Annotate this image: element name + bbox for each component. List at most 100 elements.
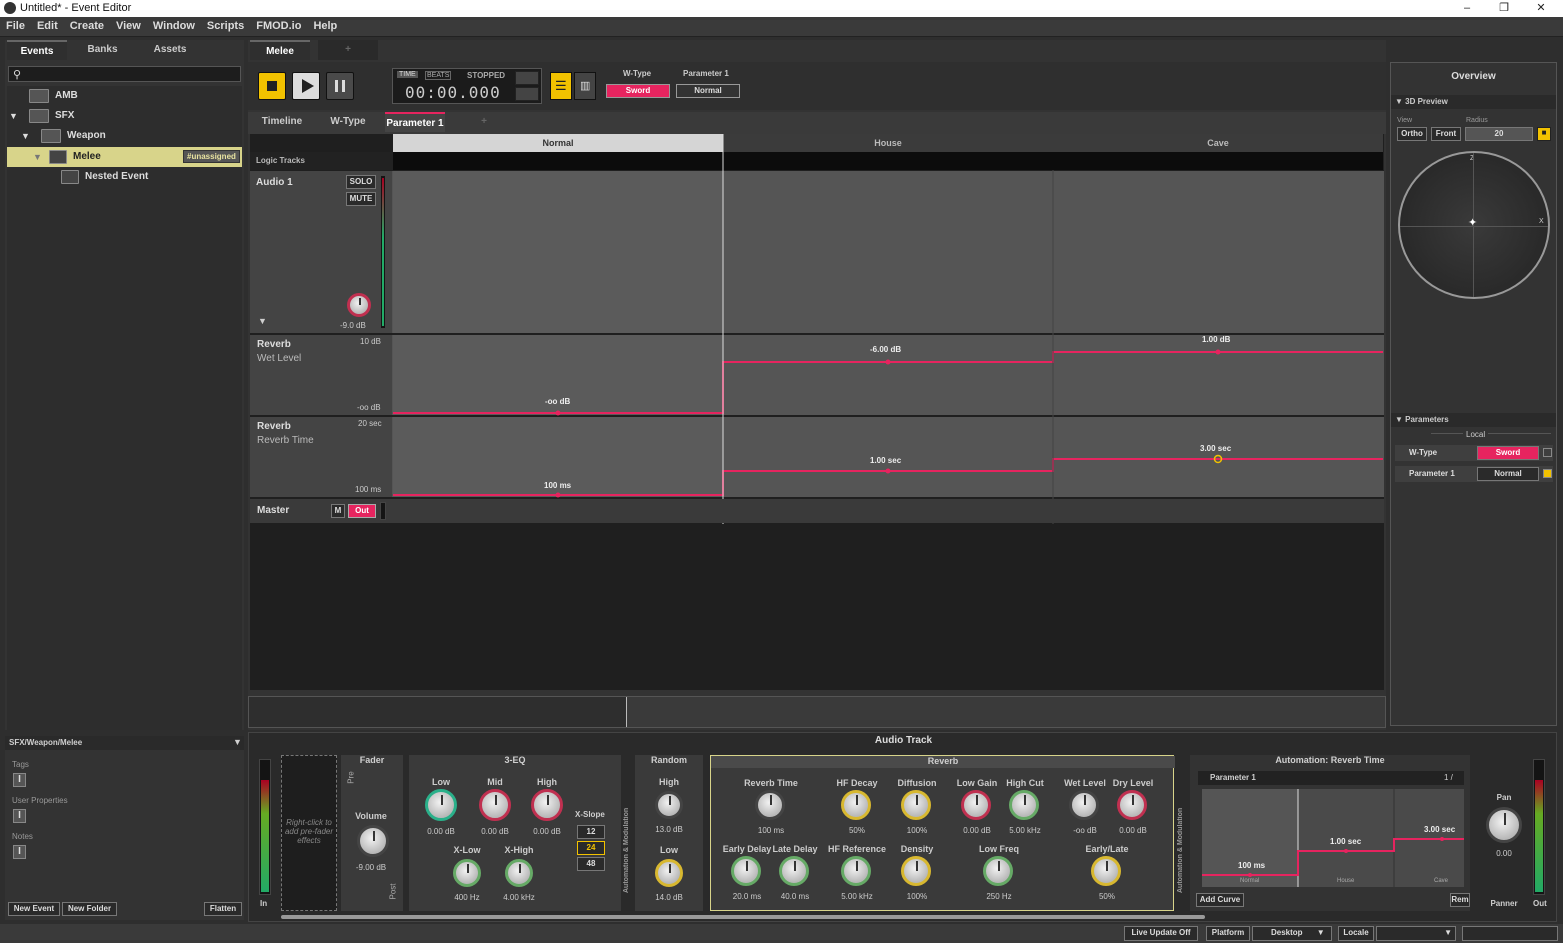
tree-item-weapon[interactable]: ▼ Weapon [7, 126, 242, 146]
stop-button[interactable] [258, 72, 286, 100]
reverb-module[interactable]: Reverb Reverb Time 100 ms HF Decay 50% Diffu… [710, 755, 1175, 911]
follow-button[interactable] [515, 87, 539, 101]
master-track[interactable]: Master M Out [250, 499, 1384, 523]
parameter-value-wtype[interactable]: Sword [1477, 446, 1539, 460]
ortho-button[interactable]: Ortho [1397, 127, 1427, 141]
eq-xhigh-knob[interactable] [505, 859, 533, 887]
reverb-knob[interactable] [731, 856, 761, 886]
master-mute-button[interactable]: M [331, 504, 345, 518]
sheet-tab-timeline[interactable]: Timeline [256, 112, 308, 132]
radius-input[interactable]: 20 [1465, 127, 1533, 141]
add-event-tab-button[interactable]: + [318, 40, 378, 60]
event-tab-melee[interactable]: Melee [250, 40, 310, 60]
fader-module[interactable]: Fader Pre Post Volume -9.00 dB [341, 755, 403, 911]
tags-edit-icon[interactable]: I [13, 773, 26, 787]
xslope-12-button[interactable]: 12 [577, 825, 605, 839]
front-button[interactable]: Front [1431, 127, 1461, 141]
reverb-knob[interactable] [755, 790, 785, 820]
reverb-knob[interactable] [1009, 790, 1039, 820]
beats-mode-button[interactable]: BEATS [425, 71, 452, 80]
tab-banks[interactable]: Banks [75, 40, 130, 60]
menu-create[interactable]: Create [64, 17, 110, 32]
minimap-viewport[interactable] [249, 697, 627, 727]
pan-knob[interactable] [1486, 807, 1522, 843]
parameter-row-parameter1[interactable]: Parameter 1 Normal [1395, 466, 1553, 482]
expand-arrow-icon[interactable]: ▼ [33, 147, 42, 167]
parameter-row-wtype[interactable]: W-Type Sword [1395, 445, 1553, 461]
minimize-button[interactable]: – [1452, 0, 1482, 17]
eq-mid-knob[interactable] [479, 789, 511, 821]
menu-file[interactable]: File [0, 17, 31, 32]
tracks-view-button[interactable]: ☰ [550, 72, 572, 100]
reverb-knob[interactable] [901, 790, 931, 820]
tree-item-nested-event[interactable]: Nested Event [7, 167, 242, 187]
random-modulator[interactable]: Random High 13.0 dB Low 14.0 dB [635, 755, 703, 911]
reverb-knob[interactable] [1091, 856, 1121, 886]
menu-scripts[interactable]: Scripts [201, 17, 250, 32]
param-value-parameter1[interactable]: Normal [676, 84, 740, 98]
menu-window[interactable]: Window [147, 17, 201, 32]
new-event-button[interactable]: New Event [8, 902, 60, 916]
automation-curve-editor[interactable]: 100 ms 1.00 sec 3.00 sec Normal House Ca… [1202, 789, 1464, 887]
time-mode-button[interactable]: TIME [397, 71, 418, 78]
eq-xlow-knob[interactable] [453, 859, 481, 887]
timeline-minimap[interactable] [248, 696, 1386, 728]
reverb-knob[interactable] [961, 790, 991, 820]
lock-icon[interactable]: ■ [1537, 127, 1551, 141]
expand-arrow-icon[interactable]: ▼ [21, 126, 30, 146]
master-output-button[interactable]: Out [348, 504, 376, 518]
xslope-48-button[interactable]: 48 [577, 857, 605, 871]
remove-curve-button[interactable]: Rem [1450, 893, 1470, 907]
tree-item-melee[interactable]: ▼ Melee #unassigned [7, 147, 242, 167]
menu-help[interactable]: Help [307, 17, 343, 32]
close-button[interactable]: ✕ [1526, 0, 1556, 17]
fader-volume-knob[interactable] [357, 825, 389, 857]
live-update-button[interactable]: Live Update Off [1124, 926, 1198, 941]
notes-edit-icon[interactable]: I [13, 845, 26, 859]
random-high-knob[interactable] [655, 791, 683, 819]
xslope-24-button[interactable]: 24 [577, 841, 605, 855]
tree-item-sfx[interactable]: ▼ SFX [7, 106, 242, 126]
reverb-knob[interactable] [841, 856, 871, 886]
eq-high-knob[interactable] [531, 789, 563, 821]
new-folder-button[interactable]: New Folder [62, 902, 117, 916]
sheet-tab-wtype[interactable]: W-Type [318, 112, 378, 132]
listener-icon[interactable]: ✦ [1468, 216, 1477, 229]
reverb-knob[interactable] [1117, 790, 1147, 820]
random-low-knob[interactable] [655, 859, 683, 887]
menu-fmodio[interactable]: FMOD.io [250, 17, 307, 32]
sheet-tab-parameter1[interactable]: Parameter 1 [385, 112, 445, 132]
reverb-knob[interactable] [1069, 790, 1099, 820]
play-button[interactable] [292, 72, 320, 100]
param-value-wtype[interactable]: Sword [606, 84, 670, 98]
3d-preview-view[interactable]: Z X ✦ [1398, 151, 1550, 299]
parameters-header[interactable]: ▼ Parameters [1391, 413, 1556, 427]
eq-low-knob[interactable] [425, 789, 457, 821]
add-curve-button[interactable]: Add Curve [1196, 893, 1244, 907]
search-input[interactable]: ⚲ [8, 66, 241, 82]
eq-module[interactable]: 3-EQ Low 0.00 dB Mid 0.00 dB High 0.00 d… [409, 755, 621, 911]
reverb-knob[interactable] [841, 790, 871, 820]
user-properties-edit-icon[interactable]: I [13, 809, 26, 823]
maximize-button[interactable]: ❐ [1489, 0, 1519, 17]
reverb-knob[interactable] [901, 856, 931, 886]
expand-arrow-icon[interactable]: ▼ [9, 106, 18, 126]
parameter-value-parameter1[interactable]: Normal [1477, 467, 1539, 481]
automation-panel[interactable]: Automation: Reverb Time Parameter 1 1 / … [1190, 755, 1470, 911]
flatten-button[interactable]: Flatten [204, 902, 242, 916]
platform-dropdown[interactable]: Desktop ▼ [1252, 926, 1332, 941]
dropdown-arrow-icon[interactable]: ▼ [233, 737, 242, 747]
menu-view[interactable]: View [110, 17, 147, 32]
loop-button[interactable] [515, 71, 539, 85]
tab-assets[interactable]: Assets [140, 40, 200, 60]
deck-view-button[interactable]: ▥ [574, 72, 596, 100]
reverb-knob[interactable] [779, 856, 809, 886]
reverb-knob[interactable] [983, 856, 1013, 886]
preview-header[interactable]: ▼ 3D Preview [1391, 95, 1556, 109]
add-sheet-tab-button[interactable]: + [454, 112, 514, 132]
tree-item-amb[interactable]: AMB [7, 86, 242, 106]
deck-scrollbar[interactable] [281, 915, 1205, 919]
prefader-effects-slot[interactable]: Right-click to add pre-fader effects [281, 755, 337, 911]
locale-dropdown[interactable]: ▼ [1376, 926, 1456, 941]
automation-curves[interactable] [250, 134, 1384, 534]
